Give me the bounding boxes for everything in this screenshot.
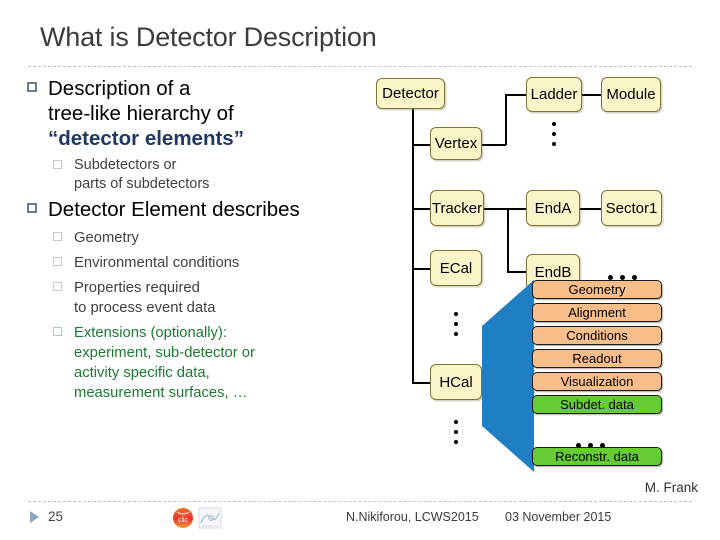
connector-to-endb [507, 271, 527, 273]
sub-bullet-line-2: parts of subdetectors [74, 175, 210, 192]
expansion-wedge [468, 280, 534, 472]
node-label: ECal [439, 259, 473, 277]
sub-bullet-label: Geometry [74, 230, 139, 246]
connector-to-ladder [505, 94, 527, 96]
sub-bullet-label-cont: experiment, sub-detector or [74, 345, 255, 361]
bullet-quoted-term: “detector elements” [48, 127, 244, 150]
attribute-box-reconstr-data[interactable]: Reconstr. data [532, 447, 662, 466]
bullet-line-2: tree-like hierarchy of [48, 102, 234, 125]
attribute-box-readout[interactable]: Readout [532, 349, 662, 368]
bullet-square-icon [53, 282, 62, 291]
author-attribution: M. Frank [644, 480, 698, 495]
node-enda[interactable]: EndA [526, 190, 580, 226]
bullet-square-icon [27, 203, 37, 213]
vertical-ellipsis-ecal-hcal [454, 312, 458, 342]
sub-bullet-label: Environmental conditions [74, 255, 240, 271]
sub-bullet-label-cont: to process event data [74, 300, 216, 316]
attribute-box-subdet-data[interactable]: Subdet. data [532, 395, 662, 414]
connector-to-enda [507, 208, 527, 210]
sub-bullet-label: Properties required [74, 280, 200, 296]
node-label: Tracker [431, 199, 483, 217]
bullet-square-icon [53, 232, 62, 241]
page-arrow-icon [30, 511, 39, 523]
sub-bullet-label-cont: activity specific data, [74, 365, 210, 381]
connector-to-hcal [412, 382, 432, 384]
connector-enda-sector1 [579, 208, 601, 210]
attribute-box-visualization[interactable]: Visualization [532, 372, 662, 391]
bullet-square-icon [53, 160, 62, 169]
node-module[interactable]: Module [601, 77, 661, 112]
connector-to-vertex [412, 144, 432, 146]
sub-bullet-environmental-conditions: Environmental conditions [26, 253, 378, 273]
bullet-square-icon [53, 257, 62, 266]
sub-bullet-list-2: Geometry Environmental conditions Proper… [26, 228, 378, 403]
node-ladder[interactable]: Ladder [526, 77, 582, 112]
attribute-label: Readout [572, 351, 622, 366]
bullet-square-icon [53, 327, 62, 336]
bullet-square-icon [27, 82, 37, 92]
sub-bullet-geometry: Geometry [26, 228, 378, 248]
footer-date: 03 November 2015 [505, 510, 612, 524]
attribute-label: Subdet. data [560, 397, 634, 412]
connector-to-ecal [412, 268, 432, 270]
content-body: Description of a tree-like hierarchy of … [26, 76, 378, 408]
node-label: Ladder [530, 86, 578, 103]
connector-tracker-riser [507, 208, 509, 272]
node-label: Module [606, 86, 656, 103]
sub-bullet-subdetectors: Subdetectors or parts of subdetectors [26, 156, 378, 193]
connector-detector-trunk [412, 106, 414, 384]
node-vertex[interactable]: Vertex [430, 127, 482, 160]
slide-canvas: What is Detector Description Description… [0, 0, 720, 540]
node-label: Sector1 [605, 199, 658, 217]
bullet-line-1: Description of a [48, 77, 191, 100]
node-detector[interactable]: Detector [376, 78, 445, 109]
svg-text:clic: clic [178, 517, 189, 524]
attribute-box-alignment[interactable]: Alignment [532, 303, 662, 322]
detector-hierarchy-diagram: Detector Vertex Tracker ECal HCal Ladder… [376, 72, 720, 482]
node-label: Vertex [434, 135, 478, 152]
connector-vertex-right [480, 144, 506, 146]
sub-bullet-extensions: Extensions (optionally): experiment, sub… [26, 323, 378, 403]
node-tracker[interactable]: Tracker [430, 190, 484, 226]
page-title: What is Detector Description [40, 22, 377, 52]
clic-logo-icon: clic [172, 507, 194, 529]
node-label: EndA [534, 199, 572, 217]
sub-bullet-list-1: Subdetectors or parts of subdetectors [26, 156, 378, 193]
attribute-label: Alignment [568, 305, 626, 320]
connector-ladder-module [580, 94, 602, 96]
node-label: EndB [534, 263, 572, 281]
bullet-description: Description of a tree-like hierarchy of … [26, 76, 378, 151]
node-sector1[interactable]: Sector1 [601, 190, 662, 226]
attribute-label: Geometry [568, 282, 626, 297]
institute-logo-icon [198, 507, 222, 529]
node-label: Detector [382, 85, 439, 102]
bullet-detector-element: Detector Element describes [26, 197, 378, 222]
bullet2-text: Detector Element describes [48, 198, 300, 221]
connector-to-tracker [412, 208, 432, 210]
sub-bullet-label-cont: measurement surfaces, … [74, 385, 248, 401]
attribute-label: Visualization [560, 374, 634, 389]
connector-tracker-right [482, 208, 508, 210]
attribute-label: Conditions [566, 328, 628, 343]
sub-bullet-line-1: Subdetectors or [74, 157, 177, 173]
sub-bullet-properties: Properties required to process event dat… [26, 278, 378, 318]
footer-presenter-event: N.Nikiforou, LCWS2015 [346, 510, 479, 524]
sub-bullet-label: Extensions (optionally): [74, 325, 227, 341]
vertical-ellipsis-ladder [552, 122, 556, 152]
attribute-box-conditions[interactable]: Conditions [532, 326, 662, 345]
title-divider [28, 66, 692, 67]
connector-vertex-riser [505, 94, 507, 145]
attribute-box-geometry[interactable]: Geometry [532, 280, 662, 299]
vertical-ellipsis-below-hcal [454, 420, 458, 450]
footer-divider [28, 501, 692, 502]
attribute-label: Reconstr. data [555, 449, 639, 464]
page-number: 25 [48, 509, 64, 524]
